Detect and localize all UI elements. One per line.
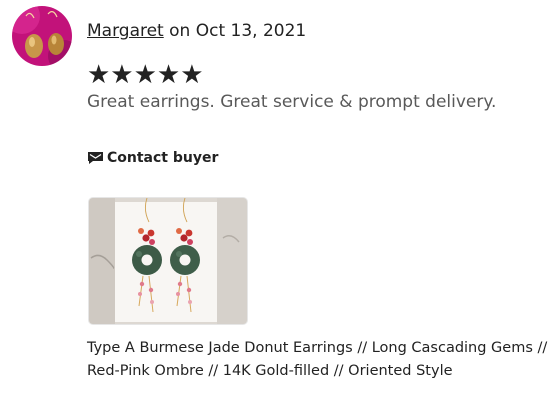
review-date: on Oct 13, 2021: [169, 21, 307, 41]
avatar-image: [12, 6, 72, 66]
reviewer-avatar[interactable]: [12, 6, 72, 66]
reviewer-name-link[interactable]: Margaret: [87, 21, 164, 41]
listing-title-link[interactable]: Type A Burmese Jade Donut Earrings // Lo…: [87, 337, 552, 383]
review-text: Great earrings. Great service & prompt d…: [87, 92, 497, 112]
contact-buyer-label: Contact buyer: [107, 150, 219, 166]
star-rating: ★★★★★: [87, 60, 204, 90]
listing-image: [89, 198, 247, 324]
contact-buyer-button[interactable]: Contact buyer: [87, 150, 218, 166]
review-meta: Margaret on Oct 13, 2021: [87, 21, 306, 41]
message-icon: [87, 151, 104, 165]
listing-thumbnail[interactable]: [89, 198, 247, 324]
